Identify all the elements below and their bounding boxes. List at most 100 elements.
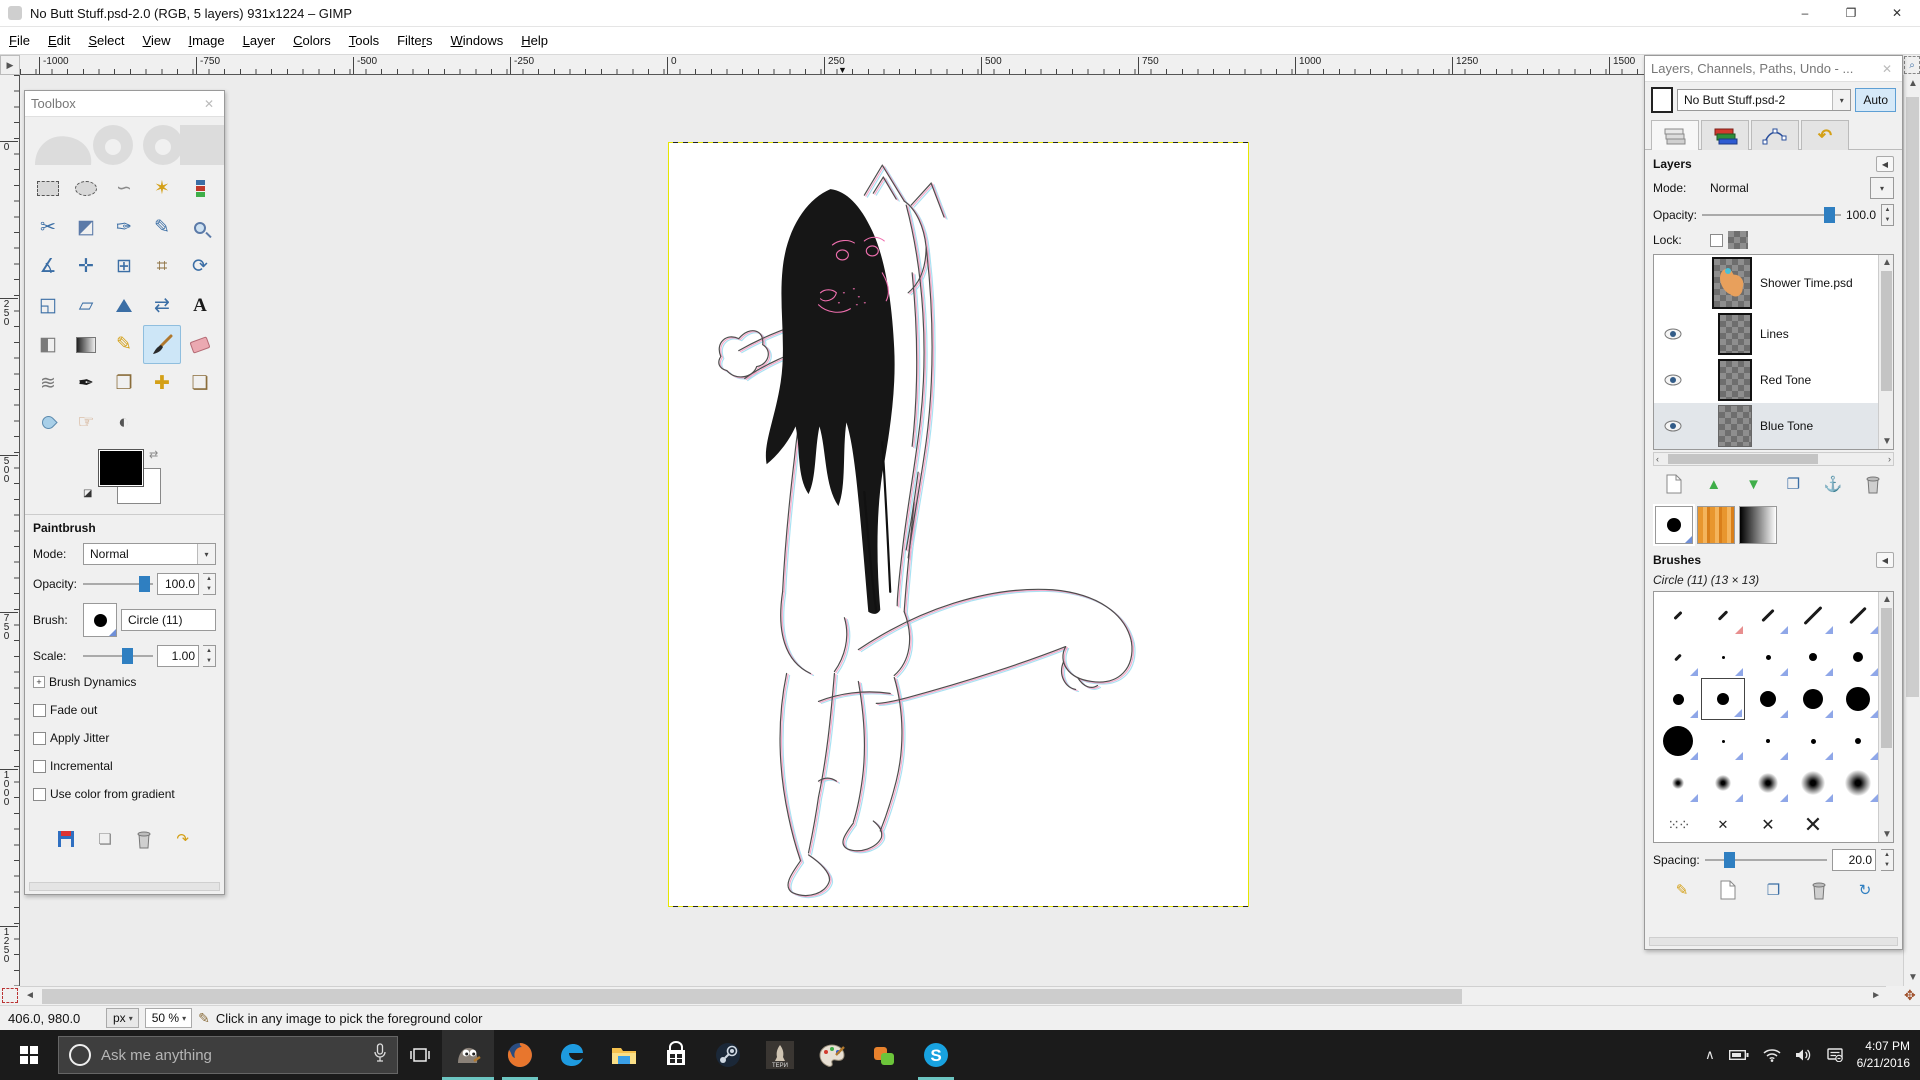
incremental-checkbox[interactable] <box>33 760 46 773</box>
brush-swatch[interactable] <box>1836 594 1880 636</box>
flip-tool[interactable]: ⇄ <box>143 286 181 325</box>
foreground-select-tool[interactable]: ◩ <box>67 208 105 247</box>
fade-out-checkbox[interactable] <box>33 704 46 717</box>
menu-layer[interactable]: Layer <box>234 28 285 53</box>
image-select[interactable]: No Butt Stuff.psd-2▾ <box>1677 89 1851 111</box>
scroll-right-icon[interactable]: › <box>1888 454 1891 464</box>
layers-mode-select[interactable]: ▾ <box>1870 177 1894 199</box>
pan-canvas-icon[interactable]: ✥ <box>1904 987 1916 1004</box>
layers-opacity-spinner[interactable]: ▲▼ <box>1881 204 1894 226</box>
ink-tool[interactable]: ✒ <box>67 364 105 403</box>
free-select-tool[interactable]: ∽ <box>105 169 143 208</box>
edit-brush-button[interactable]: ✎ <box>1669 878 1695 902</box>
rotate-tool[interactable]: ⟳ <box>181 247 219 286</box>
measure-tool[interactable]: ∡ <box>29 247 67 286</box>
brush-swatch[interactable]: ✕ <box>1746 804 1790 843</box>
battery-icon[interactable] <box>1729 1049 1749 1061</box>
layer-visibility-toggle[interactable] <box>1660 374 1686 386</box>
scroll-up-icon[interactable]: ▲ <box>1882 594 1892 605</box>
rect-select-tool[interactable] <box>29 169 67 208</box>
tray-chevron-icon[interactable]: ∧ <box>1705 1047 1715 1063</box>
brush-swatch[interactable]: ✕ <box>1791 804 1835 843</box>
scale-spinner[interactable]: ▲▼ <box>203 645 216 667</box>
close-button[interactable]: ✕ <box>1874 0 1920 27</box>
brush-swatch[interactable] <box>1836 720 1880 762</box>
layer-visibility-toggle[interactable] <box>1660 328 1686 340</box>
brush-swatch[interactable] <box>1746 636 1790 678</box>
menu-edit[interactable]: Edit <box>39 28 79 53</box>
anchor-layer-button[interactable]: ⚓ <box>1820 472 1846 496</box>
delete-layer-button[interactable] <box>1860 472 1886 496</box>
save-options-button[interactable] <box>54 827 78 851</box>
canvas-horizontal-scrollbar[interactable]: ◄ ► <box>20 986 1886 1005</box>
brush-swatch[interactable] <box>1656 636 1700 678</box>
layers-collapse-button[interactable]: ◀ <box>1876 156 1894 172</box>
shear-tool[interactable]: ▱ <box>67 286 105 325</box>
scissors-select-tool[interactable]: ✂ <box>29 208 67 247</box>
canvas-page[interactable] <box>668 142 1249 907</box>
opacity-spinner[interactable]: ▲▼ <box>203 573 216 595</box>
bucket-fill-tool[interactable]: ◧ <box>29 325 67 364</box>
horizontal-scrollbar-thumb[interactable] <box>42 989 1462 1004</box>
file-explorer-taskbar-icon[interactable] <box>598 1030 650 1080</box>
default-colors-icon[interactable]: ◪ <box>83 488 92 499</box>
layers-opacity-slider[interactable] <box>1702 207 1841 223</box>
tera-taskbar-icon[interactable]: ТЕРИ <box>754 1030 806 1080</box>
spacing-spinner[interactable]: ▲▼ <box>1881 849 1894 871</box>
scroll-left-icon[interactable]: ◄ <box>25 990 35 1001</box>
brush-select[interactable]: Circle (11) <box>121 609 216 631</box>
scale-value[interactable]: 1.00 <box>157 645 199 667</box>
scroll-down-icon[interactable]: ▼ <box>1882 829 1892 840</box>
skype-taskbar-icon[interactable]: S <box>910 1030 962 1080</box>
brush-swatch[interactable] <box>1701 594 1745 636</box>
quick-mask-toggle[interactable] <box>2 988 18 1003</box>
layers-tab[interactable] <box>1651 120 1699 150</box>
undo-tab[interactable]: ↶ <box>1801 120 1849 150</box>
volume-icon[interactable] <box>1795 1048 1813 1062</box>
align-tool[interactable]: ⊞ <box>105 247 143 286</box>
brush-swatch[interactable] <box>1836 804 1880 843</box>
layer-visibility-toggle[interactable] <box>1660 420 1686 432</box>
unit-select[interactable]: px▾ <box>106 1008 139 1028</box>
paths-tool[interactable]: ✑ <box>105 208 143 247</box>
menu-file[interactable]: File <box>0 28 39 53</box>
menu-tools[interactable]: Tools <box>340 28 388 53</box>
select-by-color-tool[interactable] <box>181 169 219 208</box>
brush-swatch[interactable] <box>1701 762 1745 804</box>
opacity-slider[interactable] <box>83 576 153 592</box>
start-button[interactable] <box>0 1030 58 1080</box>
brush-swatch[interactable] <box>1746 762 1790 804</box>
gradient-tool[interactable] <box>67 325 105 364</box>
brushes-collapse-button[interactable]: ◀ <box>1876 552 1894 568</box>
channels-tab[interactable] <box>1701 120 1749 150</box>
brush-swatch[interactable] <box>1701 636 1745 678</box>
gimp-taskbar-icon[interactable] <box>442 1030 494 1080</box>
layer-row[interactable]: Shower Time.psd <box>1654 255 1893 311</box>
vertical-scrollbar-thumb[interactable] <box>1906 97 1919 697</box>
new-layer-button[interactable] <box>1661 472 1687 496</box>
microphone-icon[interactable] <box>373 1043 387 1068</box>
fuzzy-select-tool[interactable]: ✶ <box>143 169 181 208</box>
crop-tool[interactable]: ⌗ <box>143 247 181 286</box>
auto-follow-button[interactable]: Auto <box>1855 88 1896 112</box>
opacity-value[interactable]: 100.0 <box>157 573 199 595</box>
edge-taskbar-icon[interactable] <box>546 1030 598 1080</box>
brush-swatch[interactable] <box>1746 720 1790 762</box>
brush-swatch[interactable] <box>1656 720 1700 762</box>
scroll-down-icon[interactable]: ▼ <box>1882 436 1892 447</box>
taskbar-clock[interactable]: 4:07 PM 6/21/2016 <box>1857 1038 1910 1073</box>
pencil-tool[interactable]: ✎ <box>105 325 143 364</box>
delete-brush-button[interactable] <box>1806 878 1832 902</box>
reset-options-button[interactable]: ↷ <box>171 827 195 851</box>
use-color-from-gradient-checkbox[interactable] <box>33 788 46 801</box>
duplicate-layer-button[interactable]: ❐ <box>1780 472 1806 496</box>
new-brush-button[interactable] <box>1715 878 1741 902</box>
brush-preview-button[interactable] <box>83 603 117 637</box>
navigation-preview-button[interactable]: ⌕ <box>1904 56 1920 74</box>
brush-dynamics-expander[interactable]: + <box>33 676 45 688</box>
lock-alpha-icon[interactable] <box>1728 231 1748 249</box>
brush-swatch[interactable] <box>1701 720 1745 762</box>
active-brush-swatch[interactable] <box>1655 506 1693 544</box>
toolbox-resize-grip[interactable] <box>29 882 220 891</box>
menu-colors[interactable]: Colors <box>284 28 340 53</box>
